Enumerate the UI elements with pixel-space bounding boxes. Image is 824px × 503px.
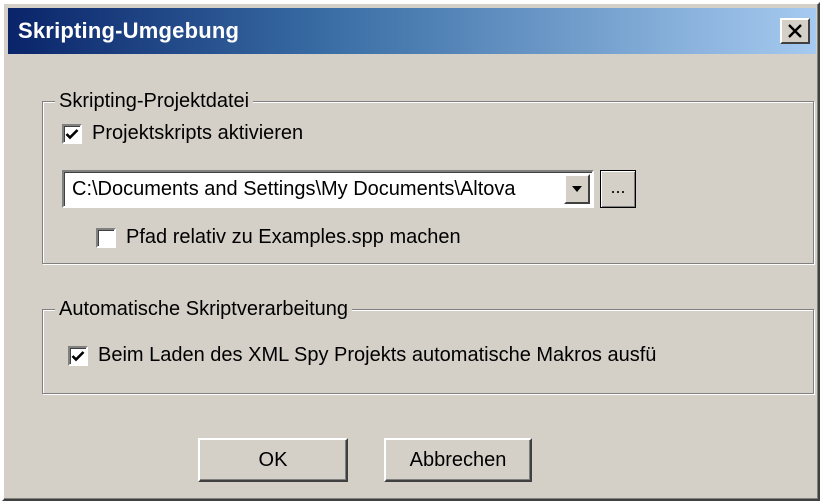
browse-button[interactable]: ...: [600, 170, 636, 208]
checkmark-icon: [65, 128, 79, 139]
checkmark-icon: [71, 350, 85, 361]
chevron-down-icon: [572, 186, 582, 192]
ok-button[interactable]: OK: [198, 438, 348, 482]
close-icon: [787, 24, 803, 38]
title-bar[interactable]: Skripting-Umgebung: [8, 8, 816, 54]
scripting-dialog: Skripting-Umgebung Skripting-Projektdate…: [2, 2, 820, 501]
project-path-value[interactable]: C:\Documents and Settings\My Documents\A…: [72, 178, 560, 201]
relative-path-label: Pfad relativ zu Examples.spp machen: [126, 226, 461, 248]
enable-project-scripts-row[interactable]: Projektskripts aktivieren: [62, 122, 303, 145]
close-button[interactable]: [780, 18, 810, 44]
auto-macros-label: Beim Laden des XML Spy Projekts automati…: [98, 344, 657, 366]
auto-macros-row[interactable]: Beim Laden des XML Spy Projekts automati…: [68, 344, 656, 367]
relative-path-row[interactable]: Pfad relativ zu Examples.spp machen: [96, 226, 461, 249]
project-path-dropdown-button[interactable]: [564, 174, 590, 204]
enable-project-scripts-checkbox[interactable]: [62, 123, 82, 144]
dialog-title: Skripting-Umgebung: [18, 18, 240, 43]
auto-macros-checkbox[interactable]: [68, 345, 88, 366]
relative-path-checkbox[interactable]: [96, 227, 116, 248]
project-path-combobox[interactable]: C:\Documents and Settings\My Documents\A…: [62, 170, 594, 208]
enable-project-scripts-label: Projektskripts aktivieren: [92, 122, 304, 144]
auto-script-group-label: Automatische Skriptverarbeitung: [55, 296, 353, 322]
project-file-group-label: Skripting-Projektdatei: [55, 88, 254, 114]
cancel-button[interactable]: Abbrechen: [384, 438, 532, 482]
